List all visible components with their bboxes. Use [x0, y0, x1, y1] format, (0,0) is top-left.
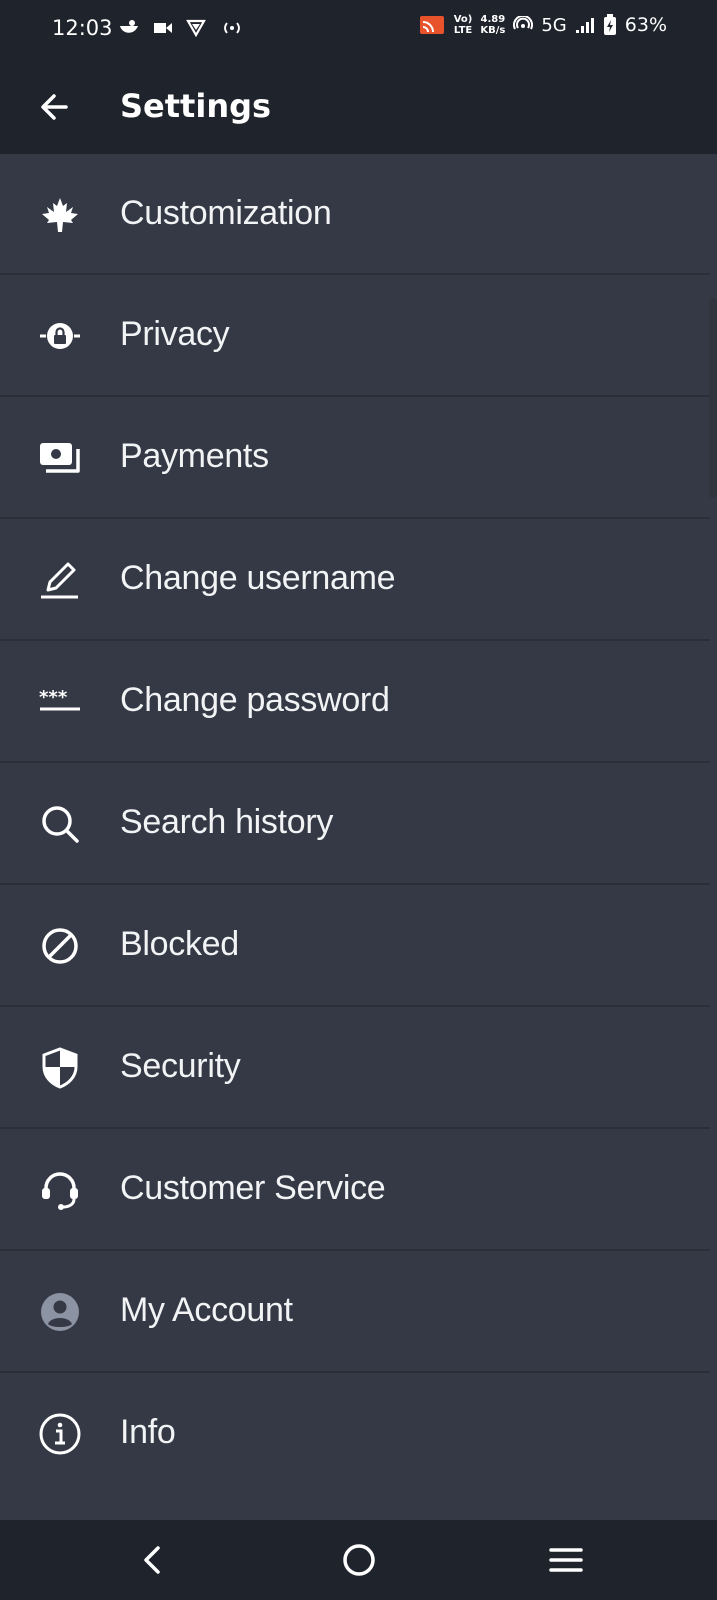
password-icon: ***: [38, 682, 82, 722]
wifi-calling-icon: [513, 16, 534, 34]
status-left-icons: [118, 18, 244, 38]
info-icon: [38, 1413, 82, 1455]
headset-icon: [38, 1170, 82, 1210]
settings-item-label: Customization: [120, 194, 332, 232]
system-nav-bar: [0, 1520, 717, 1600]
video-icon: [154, 21, 172, 35]
settings-list: Customization Privacy Payments Change us…: [0, 154, 710, 1495]
settings-item-label: Blocked: [120, 925, 239, 963]
app-bar: Settings: [0, 60, 717, 154]
volte-indicator: Vo) LTE: [453, 14, 473, 36]
battery-charging-icon: [603, 14, 617, 36]
settings-item-info[interactable]: Info: [0, 1373, 710, 1495]
settings-item-label: Payments: [120, 437, 269, 475]
menu-icon: [548, 1545, 584, 1579]
payments-icon: [38, 438, 82, 478]
search-icon: [38, 804, 82, 844]
home-circle-icon: [341, 1542, 377, 1582]
settings-item-change-username[interactable]: Change username: [0, 519, 710, 641]
status-time: 12:03: [52, 16, 113, 40]
hotspot-icon: [220, 19, 244, 37]
network-speed: 4.89 KB/s: [480, 14, 506, 36]
page-title: Settings: [120, 87, 272, 125]
status-bar: 12:03 Vo) LTE 4.89 KB/s 5G 63%: [0, 0, 717, 60]
pencil-icon: [38, 560, 82, 600]
maple-leaf-icon: [38, 195, 82, 235]
signal-icon: [575, 16, 595, 34]
settings-item-privacy[interactable]: Privacy: [0, 275, 710, 397]
settings-item-blocked[interactable]: Blocked: [0, 885, 710, 1007]
back-button[interactable]: [36, 87, 76, 127]
settings-item-label: Change password: [120, 681, 390, 719]
settings-item-search-history[interactable]: Search history: [0, 763, 710, 885]
settings-item-security[interactable]: Security: [0, 1007, 710, 1129]
settings-item-change-password[interactable]: *** Change password: [0, 641, 710, 763]
settings-item-label: My Account: [120, 1291, 293, 1329]
nav-recents-button[interactable]: [544, 1540, 588, 1584]
network-type: 5G: [541, 14, 567, 36]
settings-item-label: Search history: [120, 803, 334, 841]
notification-bird-icon: [118, 18, 140, 38]
settings-item-label: Info: [120, 1413, 176, 1451]
shield-icon: [38, 1047, 82, 1089]
settings-item-customer-service[interactable]: Customer Service: [0, 1129, 710, 1251]
battery-percent: 63%: [624, 14, 667, 36]
settings-item-payments[interactable]: Payments: [0, 397, 710, 519]
chevron-left-icon: [140, 1544, 164, 1580]
svg-text:***: ***: [39, 687, 68, 708]
settings-item-my-account[interactable]: My Account: [0, 1251, 710, 1373]
privacy-lock-icon: [38, 316, 82, 356]
account-icon: [38, 1292, 82, 1332]
cast-icon: [418, 14, 446, 36]
settings-item-label: Security: [120, 1047, 241, 1085]
nav-back-button[interactable]: [130, 1540, 174, 1584]
settings-item-label: Change username: [120, 559, 396, 597]
settings-item-label: Privacy: [120, 315, 230, 353]
status-right-icons: Vo) LTE 4.89 KB/s 5G 63%: [418, 14, 667, 36]
arrow-left-icon: [36, 94, 76, 131]
blocked-icon: [38, 926, 82, 966]
scrollbar-thumb[interactable]: [709, 298, 717, 498]
settings-item-label: Customer Service: [120, 1169, 386, 1207]
nav-home-button[interactable]: [337, 1540, 381, 1584]
settings-item-customization[interactable]: Customization: [0, 154, 710, 275]
vpn-shield-icon: [186, 19, 206, 37]
